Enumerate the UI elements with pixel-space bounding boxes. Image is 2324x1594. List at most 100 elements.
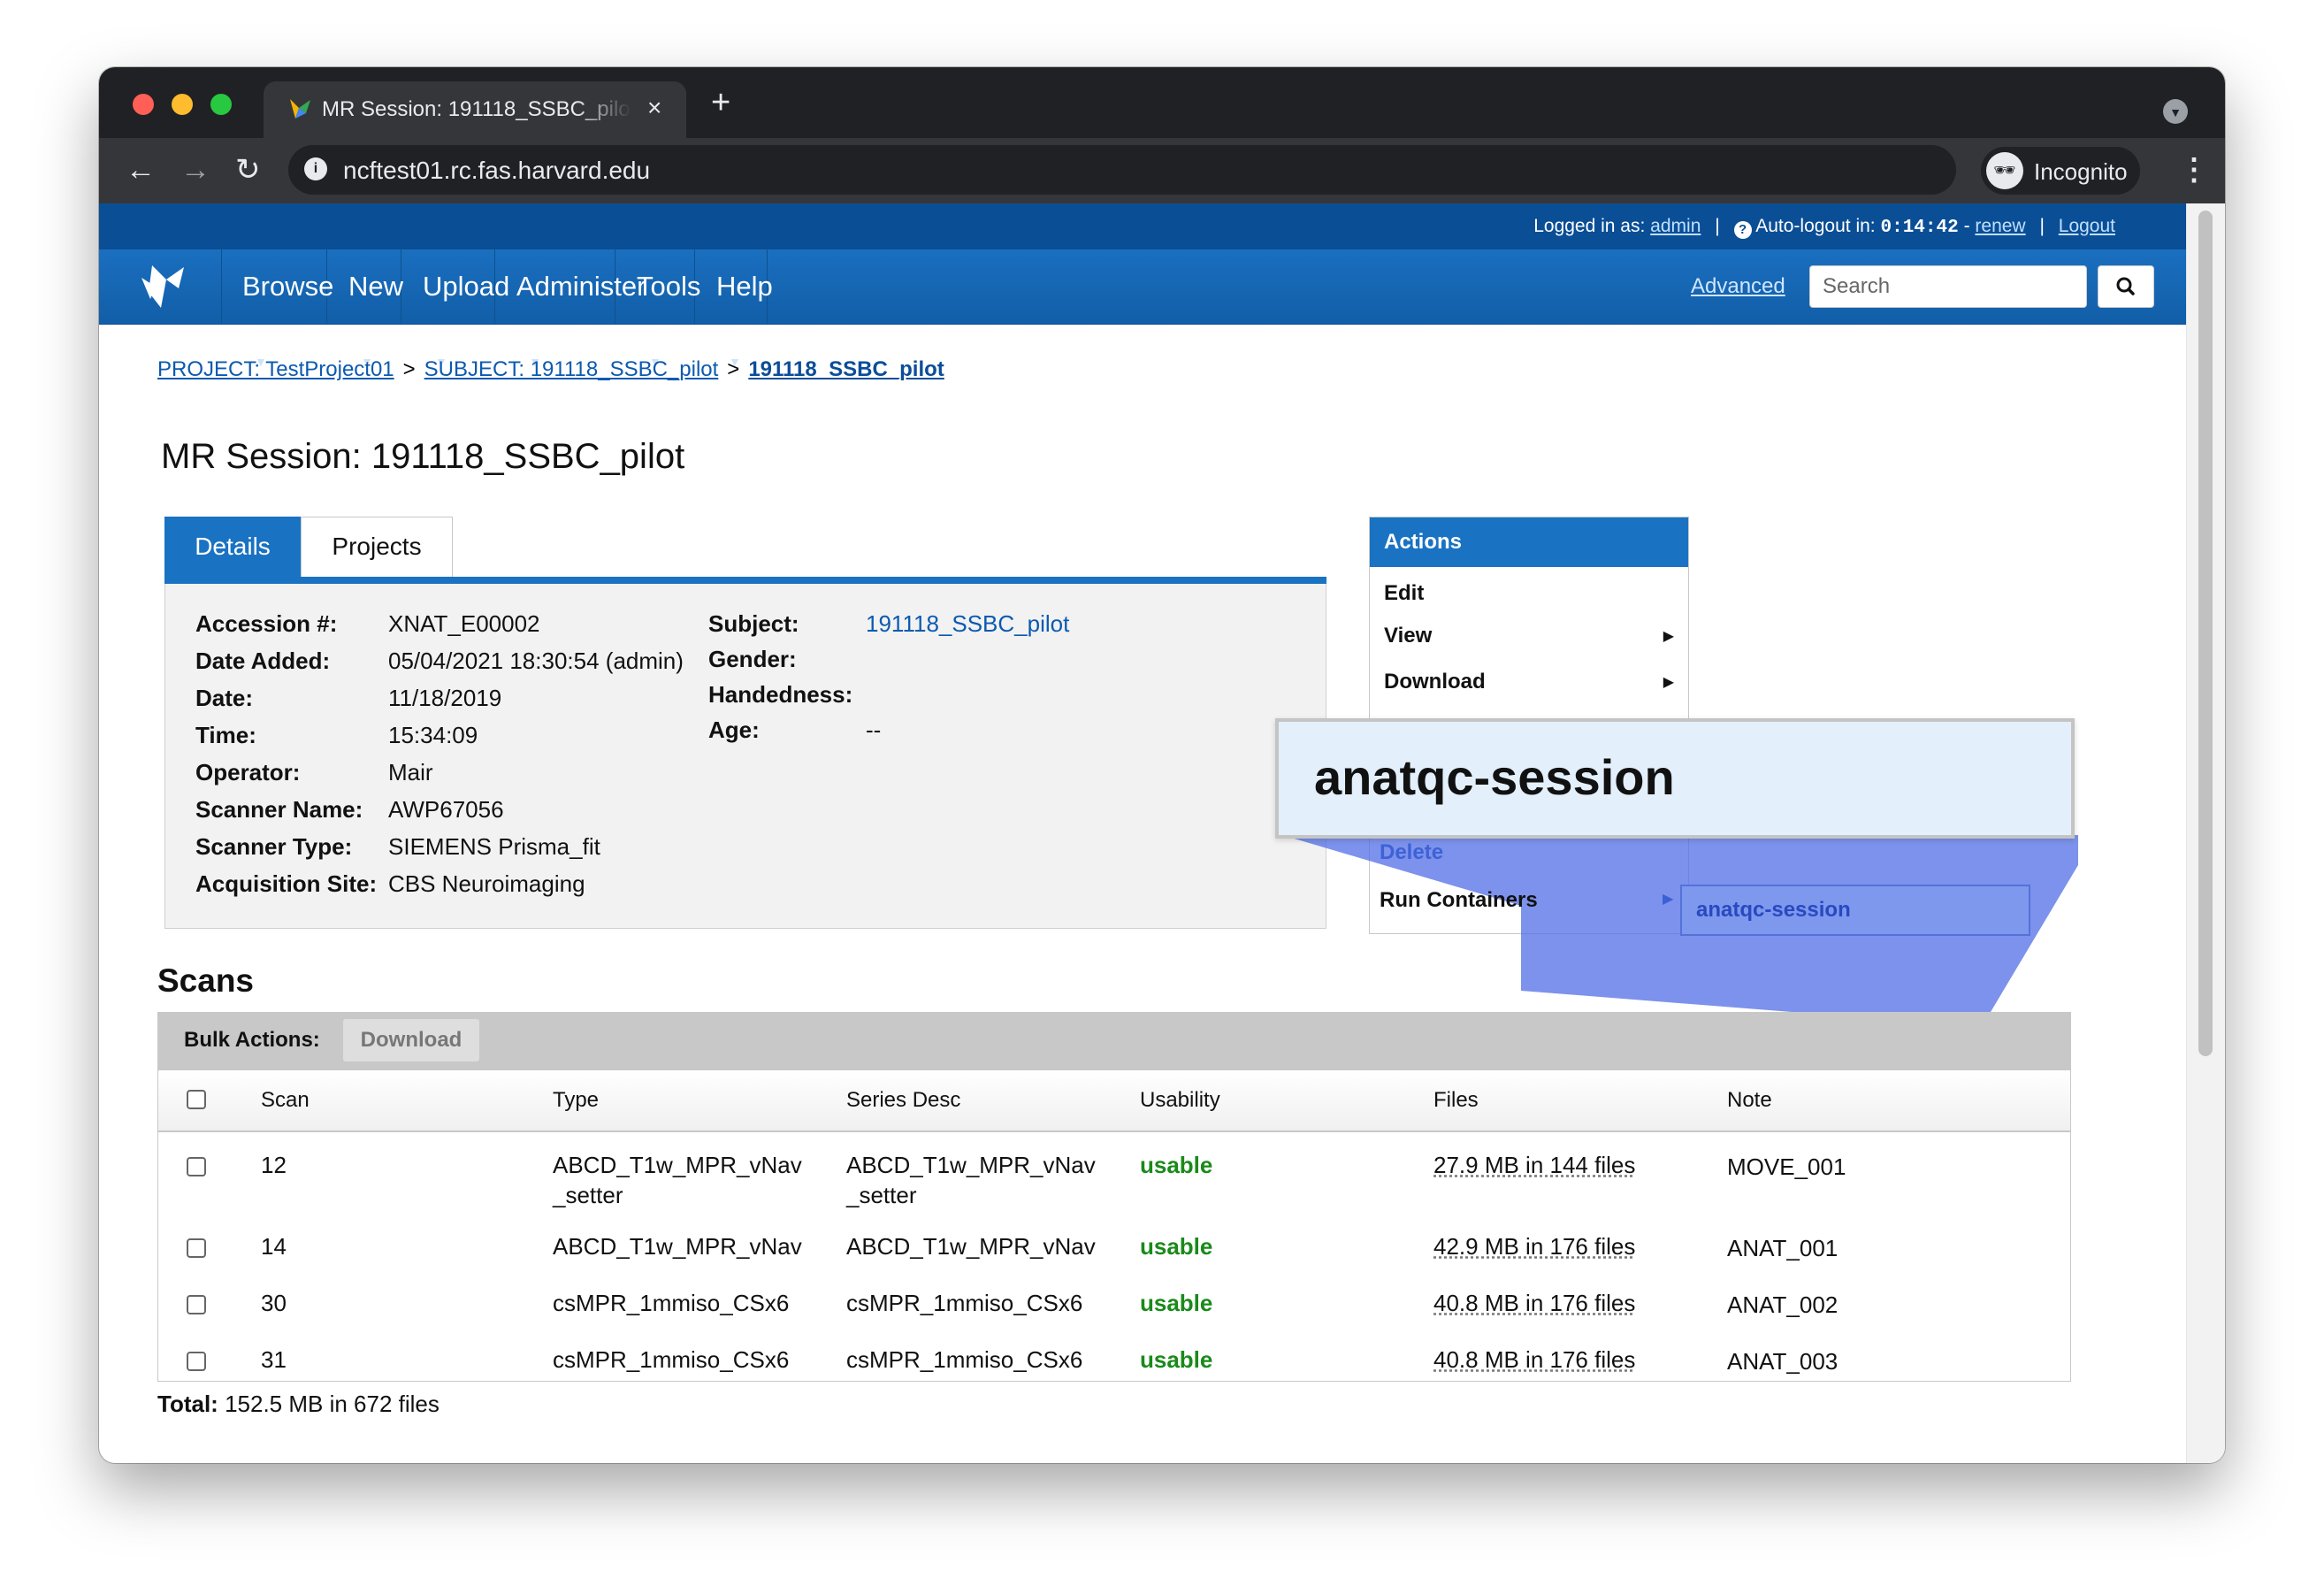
scans-heading: Scans bbox=[157, 962, 255, 999]
acquisition-site-label: Acquisition Site: bbox=[195, 870, 378, 897]
reload-icon[interactable]: ↻ bbox=[235, 152, 261, 188]
incognito-icon: 🕶 bbox=[1986, 152, 2023, 189]
total-label: Total: bbox=[157, 1391, 218, 1417]
xnat-logo-icon bbox=[141, 265, 184, 308]
separator: | bbox=[2039, 216, 2045, 236]
renew-link[interactable]: renew bbox=[1975, 216, 2025, 236]
usability-status: usable bbox=[1140, 1346, 1213, 1373]
breadcrumb-subject-link[interactable]: SUBJECT: 191118_SSBC_pilot bbox=[424, 357, 719, 381]
action-run-containers[interactable]: Run Containers bbox=[1380, 888, 1538, 913]
search-icon bbox=[2116, 277, 2135, 295]
browser-window: MR Session: 191118_SSBC_pilot × + ▼ ← → … bbox=[99, 67, 2225, 1463]
scan-link[interactable]: 14 bbox=[261, 1231, 287, 1261]
xnat-logo[interactable] bbox=[99, 249, 222, 324]
site-info-icon[interactable]: i bbox=[304, 157, 327, 180]
scan-note: ANAT_001 bbox=[1727, 1235, 1839, 1261]
scan-type: ABCD_T1w_MPR_vNav bbox=[553, 1233, 802, 1260]
acquisition-site-value: CBS Neuroimaging bbox=[388, 870, 585, 897]
column-note[interactable]: Note bbox=[1727, 1088, 1772, 1113]
tab-search-icon[interactable]: ▼ bbox=[2163, 99, 2188, 124]
scan-type-cont: _setter bbox=[553, 1182, 623, 1208]
nav-upload[interactable]: Upload▼ bbox=[401, 249, 509, 369]
action-edit[interactable]: Edit bbox=[1384, 581, 1424, 606]
row-checkbox[interactable] bbox=[187, 1295, 206, 1314]
select-all-checkbox[interactable] bbox=[187, 1090, 206, 1109]
subject-link[interactable]: 191118_SSBC_pilot bbox=[866, 610, 1069, 638]
accession-label: Accession #: bbox=[195, 610, 338, 637]
column-scan[interactable]: Scan bbox=[261, 1088, 310, 1113]
url-text: ncftest01.rc.fas.harvard.edu bbox=[343, 157, 651, 184]
nav-administer[interactable]: Administer▼ bbox=[495, 249, 646, 369]
nav-help[interactable]: Help▼ bbox=[695, 249, 773, 369]
files-summary[interactable]: 27.9 MB in 144 files bbox=[1433, 1150, 1635, 1180]
time-value: 15:34:09 bbox=[388, 722, 478, 748]
scan-link[interactable]: 12 bbox=[261, 1150, 287, 1180]
incognito-label: Incognito bbox=[2034, 158, 2128, 185]
column-files[interactable]: Files bbox=[1433, 1088, 1479, 1113]
logged-in-label: Logged in as: bbox=[1533, 216, 1646, 236]
title-bar: MR Session: 191118_SSBC_pilot × + ▼ bbox=[99, 67, 2225, 138]
nav-browse-label: Browse bbox=[242, 271, 334, 302]
tab-details[interactable]: Details bbox=[164, 517, 301, 577]
row-checkbox[interactable] bbox=[187, 1352, 206, 1371]
column-series-desc[interactable]: Series Desc bbox=[846, 1088, 960, 1113]
scan-link[interactable]: 31 bbox=[261, 1345, 287, 1375]
nav-new-label: New bbox=[348, 271, 404, 302]
browser-menu-icon[interactable]: ⋮ bbox=[2179, 152, 2209, 188]
files-summary[interactable]: 42.9 MB in 176 files bbox=[1433, 1231, 1635, 1261]
incognito-badge[interactable]: 🕶 Incognito bbox=[1981, 147, 2140, 195]
date-value: 11/18/2019 bbox=[388, 685, 502, 711]
zoom-callout-label: anatqc-session bbox=[1314, 749, 1675, 805]
scans-total: Total: 152.5 MB in 672 files bbox=[157, 1391, 440, 1418]
action-delete[interactable]: Delete bbox=[1380, 840, 1443, 865]
table-header: Scan Type Series Desc Usability Files No… bbox=[158, 1070, 2070, 1132]
tab-projects[interactable]: Projects bbox=[301, 517, 453, 577]
tab-title: MR Session: 191118_SSBC_pilot bbox=[322, 97, 631, 121]
minimize-window-button[interactable] bbox=[172, 94, 193, 115]
bulk-actions-bar: Bulk Actions: Download bbox=[157, 1012, 2071, 1070]
back-icon[interactable]: ← bbox=[126, 152, 156, 188]
search-button[interactable] bbox=[2098, 265, 2154, 308]
close-window-button[interactable] bbox=[133, 94, 154, 115]
scan-note: MOVE_001 bbox=[1727, 1153, 1846, 1180]
tab-close-icon[interactable]: × bbox=[647, 94, 661, 122]
operator-value: Mair bbox=[388, 759, 433, 786]
nav-help-label: Help bbox=[716, 271, 773, 302]
age-label: Age: bbox=[708, 717, 760, 743]
handedness-label: Handedness: bbox=[708, 681, 853, 708]
breadcrumb-project-link[interactable]: PROJECT: TestProject01 bbox=[157, 357, 394, 381]
age-value: -- bbox=[866, 717, 882, 743]
help-icon[interactable]: ? bbox=[1733, 221, 1752, 239]
subject-label: Subject: bbox=[708, 610, 799, 637]
series-desc: csMPR_1mmiso_CSx6 bbox=[846, 1290, 1083, 1316]
breadcrumb-current-link[interactable]: 191118_SSBC_pilot bbox=[748, 357, 944, 381]
files-summary[interactable]: 40.8 MB in 176 files bbox=[1433, 1288, 1635, 1318]
row-checkbox[interactable] bbox=[187, 1238, 206, 1258]
page-title: MR Session: 191118_SSBC_pilot bbox=[161, 437, 685, 476]
nav-browse[interactable]: Browse▼ bbox=[221, 249, 333, 369]
scan-link[interactable]: 30 bbox=[261, 1288, 287, 1318]
address-bar[interactable]: i ncftest01.rc.fas.harvard.edu bbox=[288, 145, 1956, 195]
breadcrumb-separator: > bbox=[402, 357, 416, 381]
nav-new[interactable]: New▼ bbox=[327, 249, 404, 369]
search-input[interactable] bbox=[1809, 265, 2087, 308]
bulk-download-button[interactable]: Download bbox=[343, 1019, 479, 1061]
tab-underline bbox=[164, 577, 1326, 584]
zoom-window-button[interactable] bbox=[210, 94, 232, 115]
advanced-search-link[interactable]: Advanced bbox=[1691, 274, 1785, 299]
row-checkbox[interactable] bbox=[187, 1157, 206, 1176]
column-usability[interactable]: Usability bbox=[1140, 1088, 1220, 1113]
forward-icon[interactable]: → bbox=[180, 152, 210, 188]
files-summary[interactable]: 40.8 MB in 176 files bbox=[1433, 1345, 1635, 1375]
nav-tools[interactable]: Tools▼ bbox=[615, 249, 700, 369]
logout-link[interactable]: Logout bbox=[2059, 216, 2115, 236]
submenu-anatqc-session[interactable]: anatqc-session bbox=[1680, 885, 2030, 936]
column-type[interactable]: Type bbox=[553, 1088, 599, 1113]
action-download[interactable]: Download bbox=[1384, 670, 1486, 694]
browser-tab[interactable]: MR Session: 191118_SSBC_pilot × bbox=[264, 81, 686, 138]
scrollbar-thumb[interactable] bbox=[2198, 211, 2213, 1056]
user-link[interactable]: admin bbox=[1650, 216, 1701, 236]
action-view[interactable]: View bbox=[1384, 624, 1432, 648]
new-tab-button[interactable]: + bbox=[711, 86, 730, 119]
scan-note: ANAT_002 bbox=[1727, 1291, 1839, 1318]
